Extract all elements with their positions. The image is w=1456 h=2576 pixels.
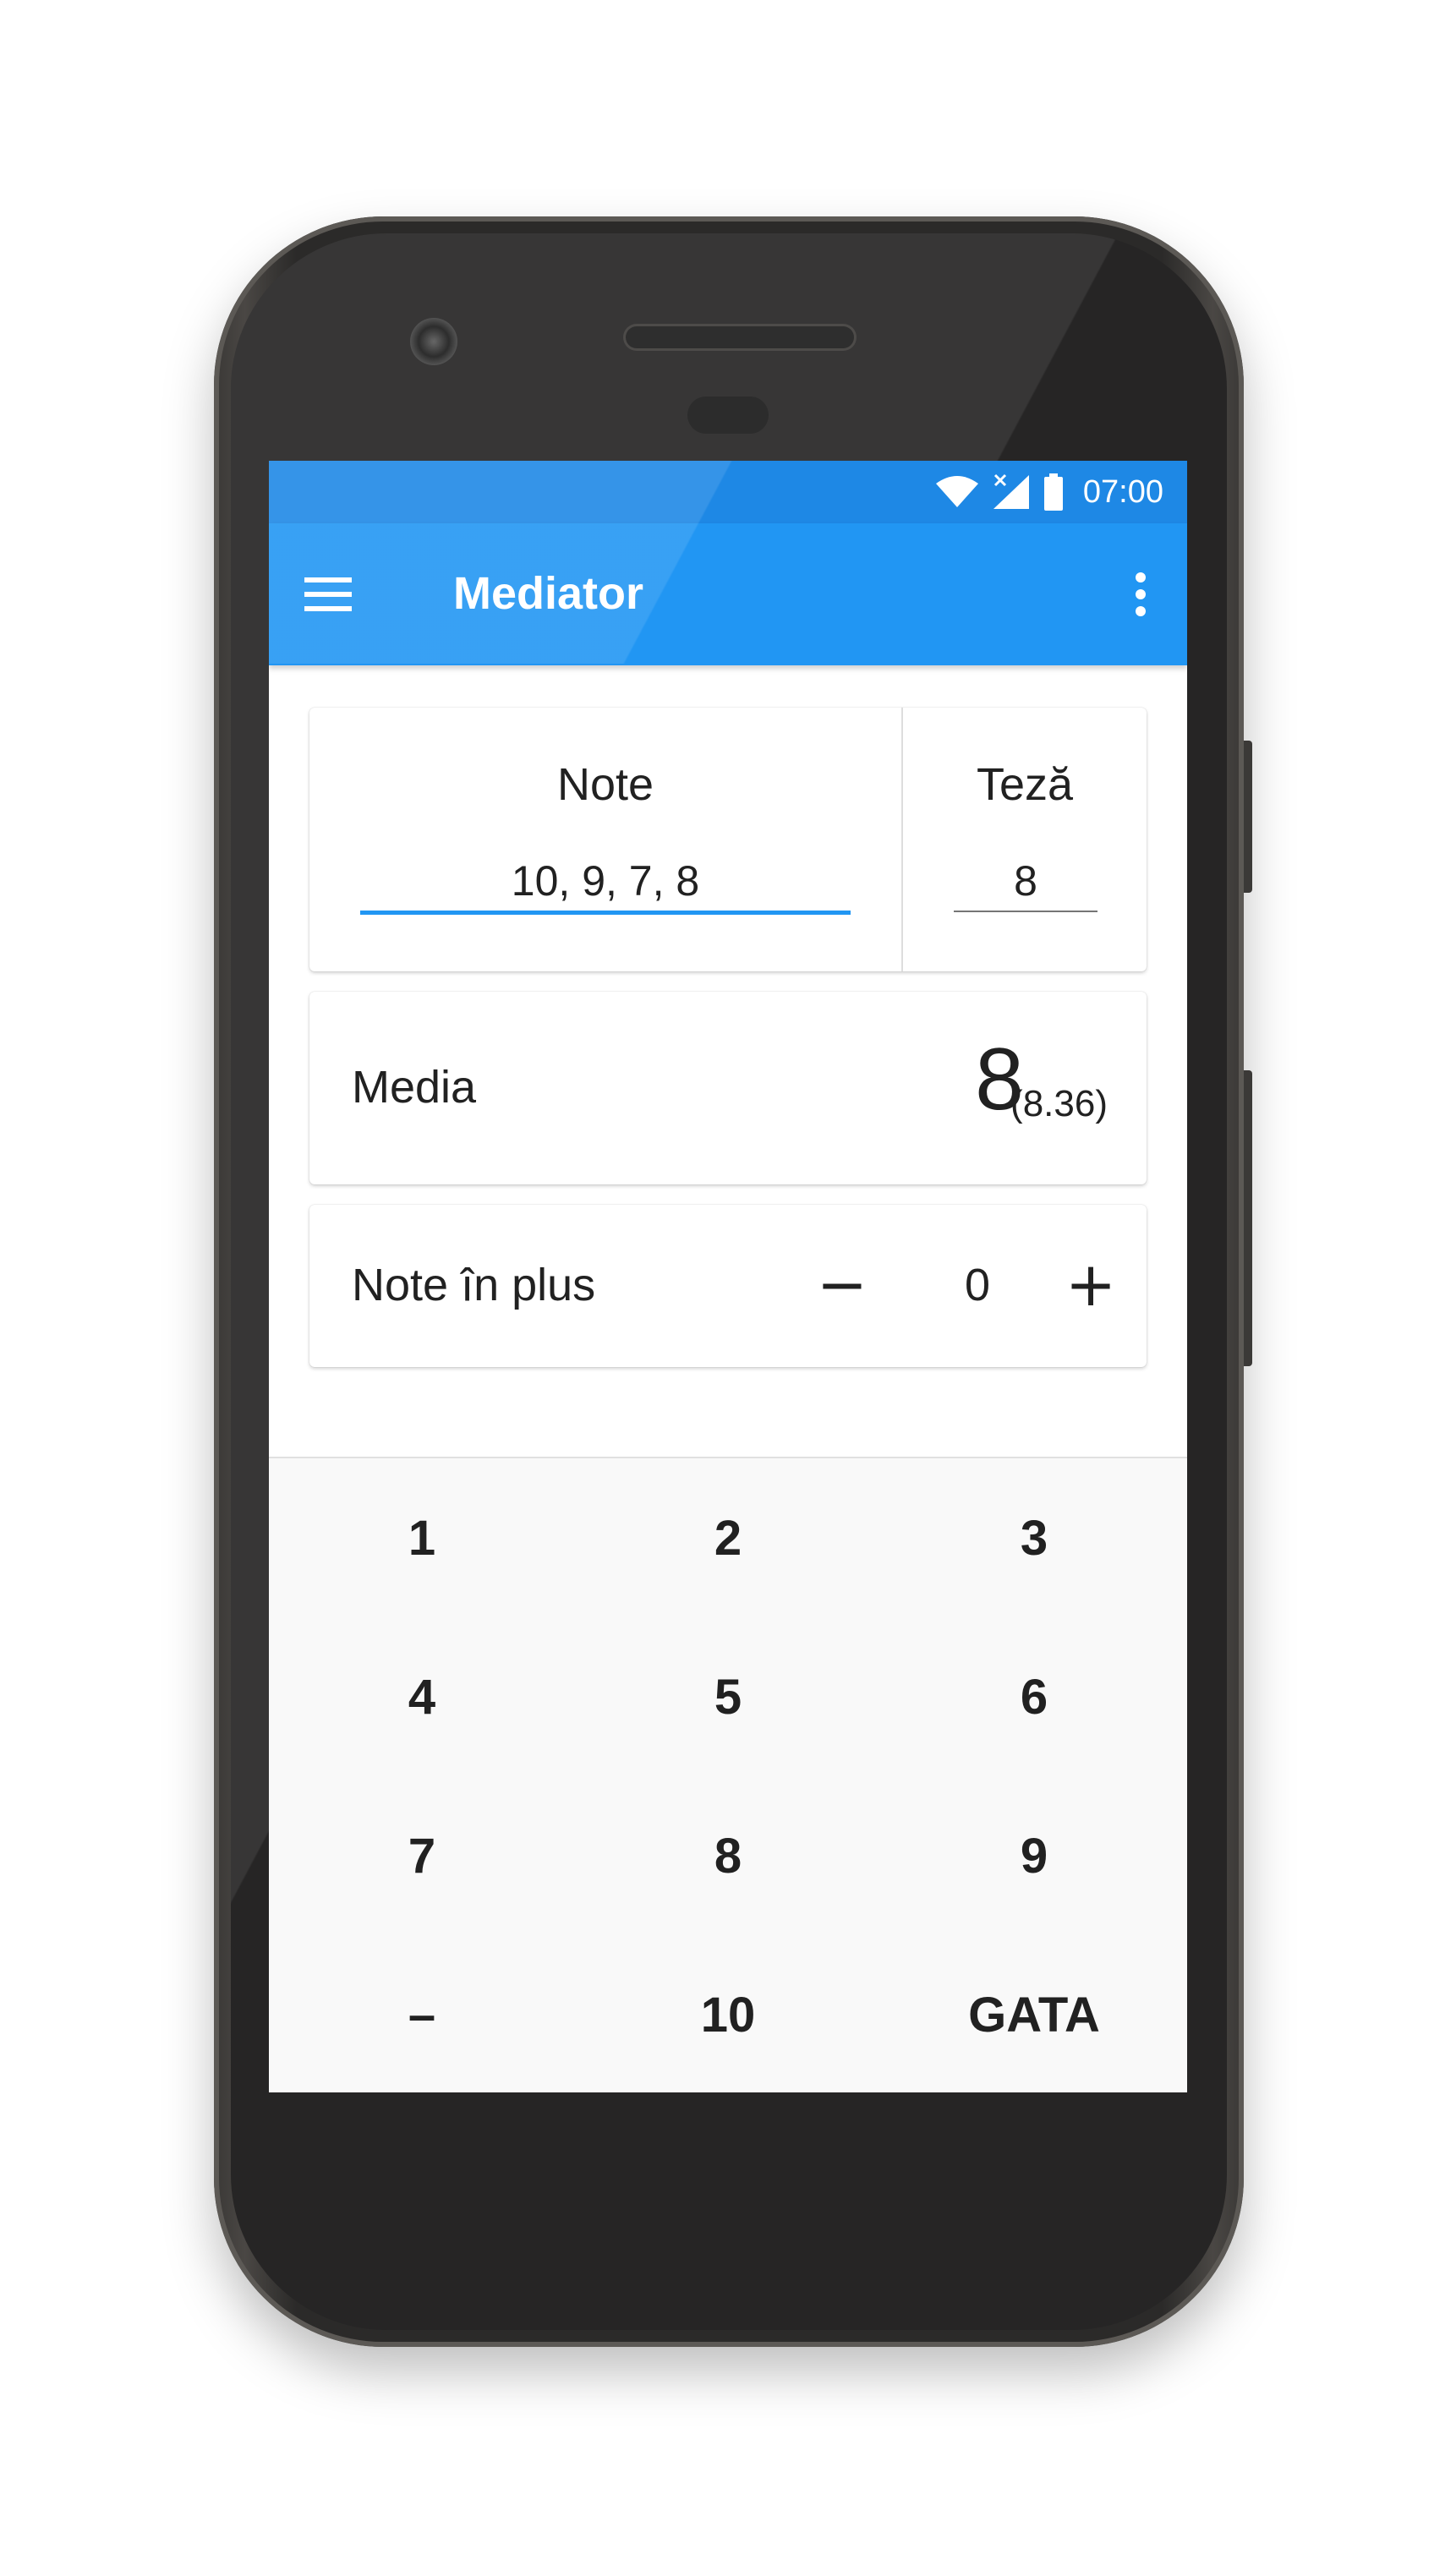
app-bar: Mediator <box>269 523 1187 665</box>
key-2[interactable]: 2 <box>575 1458 881 1617</box>
key-8[interactable]: 8 <box>575 1776 881 1935</box>
key-4[interactable]: 4 <box>269 1617 575 1776</box>
menu-button[interactable] <box>294 561 362 628</box>
decrement-button[interactable]: − <box>802 1244 883 1325</box>
extra-grades-card: Note în plus − 0 + <box>309 1205 1147 1367</box>
power-button <box>1244 741 1252 893</box>
wifi-icon <box>935 476 978 507</box>
media-card: Media 8 (8.36) <box>309 992 1147 1184</box>
inputs-divider <box>901 708 903 971</box>
key-dash[interactable]: – <box>269 1935 575 2092</box>
status-icons: 07:00 <box>934 473 1163 511</box>
key-1[interactable]: 1 <box>269 1458 575 1617</box>
key-5[interactable]: 5 <box>575 1617 881 1776</box>
earpiece-speaker <box>626 326 854 348</box>
note-input[interactable] <box>360 851 851 915</box>
teza-input[interactable] <box>954 851 1097 912</box>
key-6[interactable]: 6 <box>881 1617 1187 1776</box>
increment-button[interactable]: + <box>1050 1244 1131 1325</box>
key-7[interactable]: 7 <box>269 1776 575 1935</box>
extra-grades-value: 0 <box>964 1260 991 1310</box>
more-vert-icon <box>1136 572 1146 616</box>
teza-label: Teză <box>976 759 1074 810</box>
note-label: Note <box>556 759 654 810</box>
status-time: 07:00 <box>1082 473 1163 510</box>
media-exact-value: (8.36) <box>1010 1083 1108 1124</box>
key-10[interactable]: 10 <box>575 1935 881 2092</box>
extra-grades-label: Note în plus <box>352 1260 596 1310</box>
hamburger-menu-icon <box>304 577 352 611</box>
volume-button <box>1244 1070 1252 1366</box>
status-bar: 07:00 <box>269 461 1187 523</box>
key-3[interactable]: 3 <box>881 1458 1187 1617</box>
overflow-menu-button[interactable] <box>1111 561 1170 628</box>
app-screen: 07:00 Mediator Note Teză Media 8 <box>269 461 1187 2092</box>
key-done[interactable]: GATA <box>881 1935 1187 2092</box>
battery-icon <box>1043 473 1063 511</box>
proximity-sensor <box>687 397 769 434</box>
key-9[interactable]: 9 <box>881 1776 1187 1935</box>
signal-no-data-icon <box>993 473 1029 509</box>
grades-input-card: Note Teză <box>309 708 1147 971</box>
numeric-keypad: 1 2 3 4 5 6 7 8 9 – 10 GATA <box>269 1457 1187 2092</box>
media-label: Media <box>352 1062 477 1113</box>
app-title: Mediator <box>453 568 644 619</box>
front-camera <box>410 318 457 365</box>
